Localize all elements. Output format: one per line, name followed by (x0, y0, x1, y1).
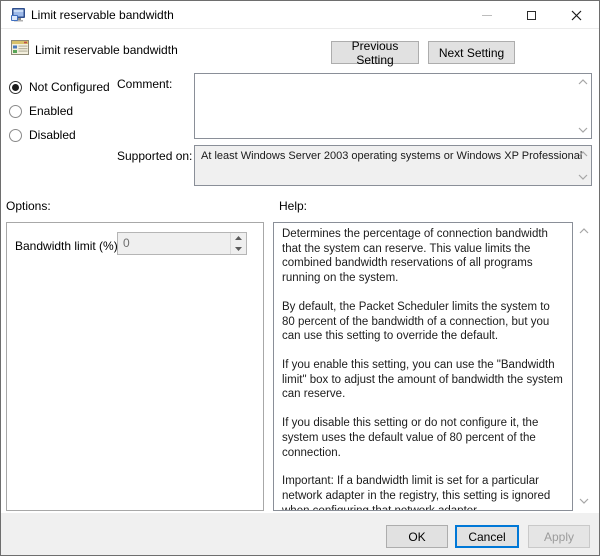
apply-button: Apply (528, 525, 590, 548)
help-paragraph: Determines the percentage of connection … (282, 227, 564, 286)
options-section-label: Options: (6, 199, 51, 213)
radio-not-configured[interactable]: Not Configured (9, 79, 110, 95)
scroll-up-icon[interactable] (577, 78, 589, 86)
radio-icon (9, 129, 22, 142)
scroll-down-icon[interactable] (577, 126, 589, 134)
supported-on-label: Supported on: (117, 149, 192, 163)
radio-icon (9, 81, 22, 94)
help-paragraph: If you disable this setting or do not co… (282, 416, 564, 460)
options-panel: Bandwidth limit (%): 0 (6, 222, 264, 511)
previous-setting-button[interactable]: Previous Setting (331, 41, 419, 64)
spinner-down-button[interactable] (231, 244, 246, 255)
radio-label: Disabled (29, 128, 76, 142)
help-scroll-down-icon[interactable] (578, 497, 590, 505)
help-scroll-up-icon[interactable] (578, 227, 590, 235)
radio-icon (9, 105, 22, 118)
radio-label: Enabled (29, 104, 73, 118)
radio-enabled[interactable]: Enabled (9, 103, 73, 119)
maximize-icon (527, 11, 536, 20)
spinner-up-button[interactable] (231, 233, 246, 244)
close-icon (571, 10, 582, 21)
cancel-button[interactable]: Cancel (455, 525, 519, 548)
help-text-box[interactable]: Determines the percentage of connection … (273, 222, 573, 511)
window-title: Limit reservable bandwidth (31, 1, 174, 29)
scroll-up-icon[interactable] (577, 150, 589, 158)
help-paragraph: Important: If a bandwidth limit is set f… (282, 474, 564, 511)
next-setting-button[interactable]: Next Setting (428, 41, 515, 64)
footer-bar: OK Cancel Apply (1, 513, 599, 556)
help-paragraph: By default, the Packet Scheduler limits … (282, 300, 564, 344)
radio-label: Not Configured (29, 80, 110, 94)
up-arrow-icon (235, 236, 242, 240)
help-paragraph: If you enable this setting, you can use … (282, 358, 564, 402)
setting-name: Limit reservable bandwidth (35, 43, 178, 57)
app-icon (10, 7, 26, 23)
supported-on-value: At least Windows Server 2003 operating s… (201, 150, 582, 162)
minimize-button[interactable] (464, 1, 509, 29)
bandwidth-limit-label: Bandwidth limit (%): (15, 239, 121, 253)
policy-setting-icon (11, 40, 29, 55)
comment-label: Comment: (117, 77, 172, 91)
comment-textarea[interactable] (194, 73, 592, 139)
help-section-label: Help: (279, 199, 307, 213)
minimize-icon (482, 15, 492, 16)
maximize-button[interactable] (509, 1, 554, 29)
ok-button[interactable]: OK (386, 525, 448, 548)
bandwidth-limit-value[interactable]: 0 (118, 233, 230, 254)
title-bar[interactable]: Limit reservable bandwidth (1, 1, 599, 29)
close-button[interactable] (554, 1, 599, 29)
radio-disabled[interactable]: Disabled (9, 127, 76, 143)
supported-on-box: At least Windows Server 2003 operating s… (194, 145, 592, 186)
scroll-down-icon[interactable] (577, 173, 589, 181)
down-arrow-icon (235, 247, 242, 251)
bandwidth-limit-spinner[interactable]: 0 (117, 232, 247, 255)
group-policy-setting-dialog: Limit reservable bandwidth Limit reserva… (0, 0, 600, 556)
